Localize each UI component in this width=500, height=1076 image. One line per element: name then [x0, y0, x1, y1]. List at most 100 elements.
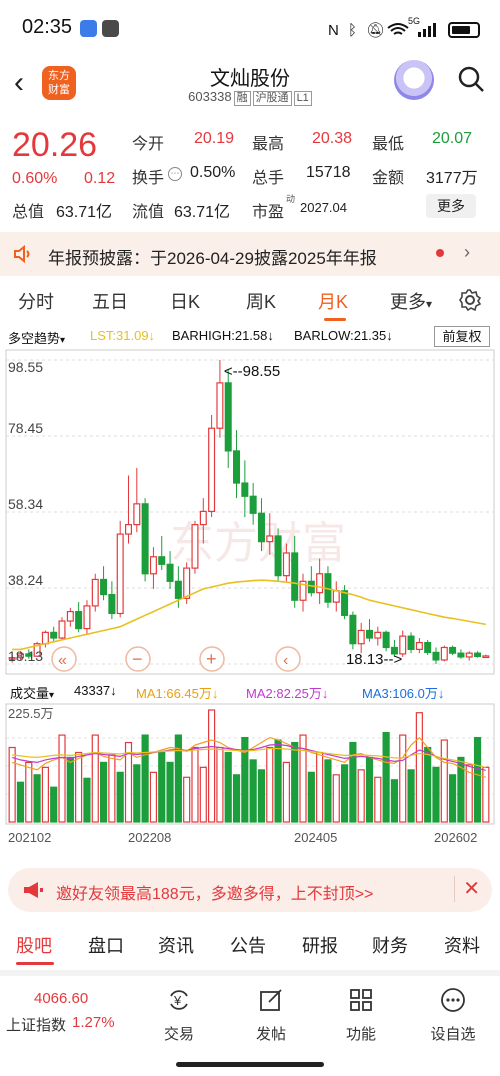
- tab-daily-k[interactable]: 日K: [170, 288, 200, 314]
- candle-body: [116, 533, 124, 615]
- volume-bar: [440, 739, 448, 823]
- volume-bar: [407, 769, 415, 823]
- candle-body: [274, 535, 282, 577]
- change-percent: 0.60%: [12, 170, 58, 187]
- close-icon[interactable]: ✕: [454, 876, 480, 902]
- tab-intraday[interactable]: 分时: [18, 288, 54, 314]
- nav-functions[interactable]: 功能: [326, 986, 396, 1044]
- candle-body: [382, 631, 390, 649]
- bottom-nav: 4066.60 上证指数 1.27% ¥ 交易 发帖 功能 设自选: [0, 976, 500, 1046]
- tab-five-day[interactable]: 五日: [92, 288, 128, 314]
- volume-bar: [374, 776, 382, 823]
- status-bar: 02:35 N ᛒ 🔕︎ 5G: [0, 0, 500, 58]
- yuan-trade-icon: ¥: [170, 990, 188, 1010]
- tab-weekly-k[interactable]: 周K: [246, 288, 276, 314]
- volume-bar: [58, 734, 66, 823]
- notice-bar[interactable]: 年报预披露：于2026-04-29披露2025年年报 ›: [0, 232, 500, 276]
- active-tab-underline: [324, 318, 346, 321]
- tab-profile[interactable]: 资料: [444, 932, 480, 958]
- tab-announcements[interactable]: 公告: [230, 932, 266, 958]
- volume-ma2: MA2:82.25万↓: [246, 686, 329, 701]
- nav-trade[interactable]: ¥ 交易: [144, 986, 214, 1044]
- status-icons: N ᛒ 🔕︎: [328, 22, 436, 39]
- candle-body: [407, 635, 415, 650]
- nav-add-watchlist[interactable]: 设自选: [418, 986, 488, 1044]
- nav-watchlist-label: 设自选: [430, 1026, 476, 1043]
- volume-bar: [158, 751, 166, 823]
- pe-dynamic-sup: 动: [286, 194, 296, 204]
- info-icon[interactable]: ⋯: [168, 167, 182, 181]
- zoom-in-icon: +: [206, 649, 217, 669]
- nav-post[interactable]: 发帖: [236, 986, 306, 1044]
- volume-ma3: MA3:106.0万↓: [362, 686, 445, 701]
- active-tab-underline: [16, 962, 54, 965]
- volume-bar: [316, 751, 324, 823]
- volume-bar: [166, 761, 174, 823]
- volume-bar: [199, 766, 207, 823]
- volume-bar: [482, 766, 490, 823]
- candle-body: [291, 552, 299, 601]
- volume-selector[interactable]: 成交量▾: [10, 683, 54, 702]
- mktcap-label: 总值: [12, 204, 45, 221]
- tab-research[interactable]: 研报: [302, 932, 338, 958]
- candle-body: [349, 614, 357, 645]
- tab-news[interactable]: 资讯: [158, 932, 194, 958]
- volume-label: 总手: [252, 170, 285, 187]
- volume-bar: [41, 766, 49, 823]
- candle-body: [141, 503, 149, 575]
- index-ticker[interactable]: 4066.60 上证指数 1.27%: [0, 976, 130, 1046]
- current-price: 20.26: [12, 126, 98, 164]
- candle-body: [307, 580, 315, 594]
- float-label: 流值: [132, 204, 165, 221]
- zoom-out-icon: −: [132, 649, 143, 669]
- settings-gear-icon[interactable]: [458, 288, 482, 312]
- float-value: 63.71亿: [174, 204, 231, 221]
- volume-bar: [99, 761, 108, 823]
- kline-y-tick: 78.45: [8, 420, 43, 436]
- pe-value: 2027.04: [300, 200, 347, 215]
- tab-financials[interactable]: 财务: [372, 932, 408, 958]
- nfc-icon: N: [328, 22, 339, 39]
- candle-body: [374, 631, 382, 639]
- date-label-3: 202405: [294, 830, 338, 845]
- mute-icon: 🔕︎: [366, 22, 385, 39]
- kline-y-tick: 98.55: [8, 359, 43, 375]
- candle-body: [465, 652, 473, 658]
- promo-banner[interactable]: 邀好友领最高188元，多邀多得，上不封顶>> ✕: [8, 868, 492, 912]
- volume-bar: [382, 731, 390, 823]
- volume-bar: [208, 709, 216, 823]
- candle-body: [365, 629, 374, 639]
- app-icon: [102, 20, 119, 37]
- candle-body: [474, 652, 482, 658]
- candle-body: [199, 510, 207, 526]
- tab-forum[interactable]: 股吧: [16, 932, 52, 958]
- volume-bar: [266, 746, 274, 823]
- low-value: 20.07: [432, 130, 473, 147]
- candle-body: [41, 631, 49, 645]
- nav-trade-label: 交易: [163, 1026, 194, 1043]
- high-annotation: <--98.55: [224, 363, 280, 380]
- volume-chart[interactable]: 225.5万: [0, 702, 500, 828]
- volume-bar: [191, 746, 199, 823]
- volume-bar: [66, 756, 74, 823]
- candle-body: [158, 556, 166, 565]
- search-icon[interactable]: [456, 64, 486, 94]
- assistant-robot-icon[interactable]: [394, 60, 434, 100]
- candle-body: [166, 563, 174, 582]
- step-left-icon: ‹: [283, 652, 288, 669]
- tab-orderbook[interactable]: 盘口: [88, 932, 124, 958]
- candle-body: [108, 593, 116, 615]
- volume-bar: [16, 781, 25, 823]
- tab-monthly-k[interactable]: 月K: [318, 288, 348, 314]
- kline-chart[interactable]: 东方财富 <--98.55 18.13--> 98.5578.4558.3438…: [0, 348, 500, 678]
- mktcap-value: 63.71亿: [56, 204, 113, 221]
- tab-more[interactable]: 更多▾: [390, 288, 432, 314]
- tag-margin: 融: [233, 91, 251, 106]
- candle-body: [174, 580, 182, 599]
- high-label: 最高: [252, 136, 285, 153]
- kline-indicator-bar: 多空趋势▾ LST:31.09↓ BARHIGH:21.58↓ BARLOW:2…: [0, 326, 500, 348]
- more-quote-button[interactable]: 更多: [426, 194, 476, 218]
- indicator-selector[interactable]: 多空趋势▾: [8, 328, 65, 347]
- adjust-button[interactable]: 前复权: [434, 326, 490, 347]
- candle-body: [415, 641, 423, 650]
